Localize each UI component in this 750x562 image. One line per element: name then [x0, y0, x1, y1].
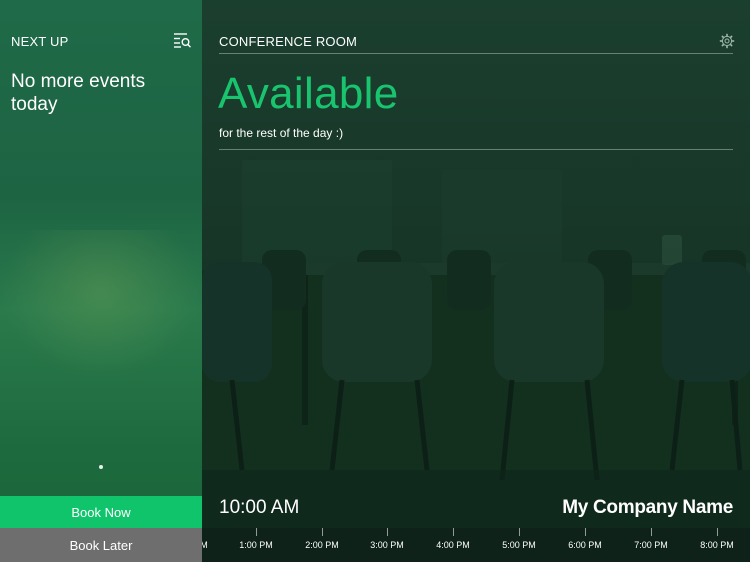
timeline-tick: [387, 528, 388, 536]
timeline-tick: [322, 528, 323, 536]
timeline-label: 2:00 PM: [305, 540, 339, 550]
no-events-message: No more events today: [11, 71, 146, 115]
page-indicator-dot: [99, 465, 103, 469]
timeline-tick: [519, 528, 520, 536]
next-up-heading: NEXT UP: [11, 34, 69, 49]
timeline-tick: [585, 528, 586, 536]
timeline-label: 7:00 PM: [634, 540, 668, 550]
timeline-tick: [651, 528, 652, 536]
book-now-button[interactable]: Book Now: [0, 496, 202, 528]
current-time: 10:00 AM: [219, 497, 300, 518]
timeline-label: 6:00 PM: [568, 540, 602, 550]
timeline-tick: [256, 528, 257, 536]
room-name: CONFERENCE ROOM: [219, 34, 358, 49]
book-later-button[interactable]: Book Later: [0, 528, 202, 562]
next-up-panel: NEXT UP No more events today Book Now Bo…: [0, 0, 202, 562]
status-divider: [219, 149, 733, 150]
header-divider: [219, 53, 733, 54]
timeline-label: 3:00 PM: [370, 540, 404, 550]
timeline-label: 8:00 PM: [700, 540, 734, 550]
panel-background: [0, 230, 202, 380]
timeline-label: 5:00 PM: [502, 540, 536, 550]
company-name: My Company Name: [562, 497, 733, 518]
gear-icon[interactable]: [719, 33, 735, 49]
timeline-label: 1:00 PM: [239, 540, 273, 550]
timeline-label: M: [202, 540, 208, 550]
availability-detail: for the rest of the day :): [219, 126, 344, 140]
availability-status: Available: [218, 69, 399, 118]
search-list-icon[interactable]: [172, 31, 192, 49]
timeline-tick: [453, 528, 454, 536]
day-timeline[interactable]: M 1:00 PM 2:00 PM 3:00 PM 4:00 PM 5:00 P…: [202, 528, 750, 562]
room-display-app: NEXT UP No more events today Book Now Bo…: [0, 0, 750, 562]
timeline-label: 4:00 PM: [436, 540, 470, 550]
timeline-tick: [717, 528, 718, 536]
room-status-panel: CONFERENCE ROOM Available for the rest o…: [202, 0, 750, 562]
